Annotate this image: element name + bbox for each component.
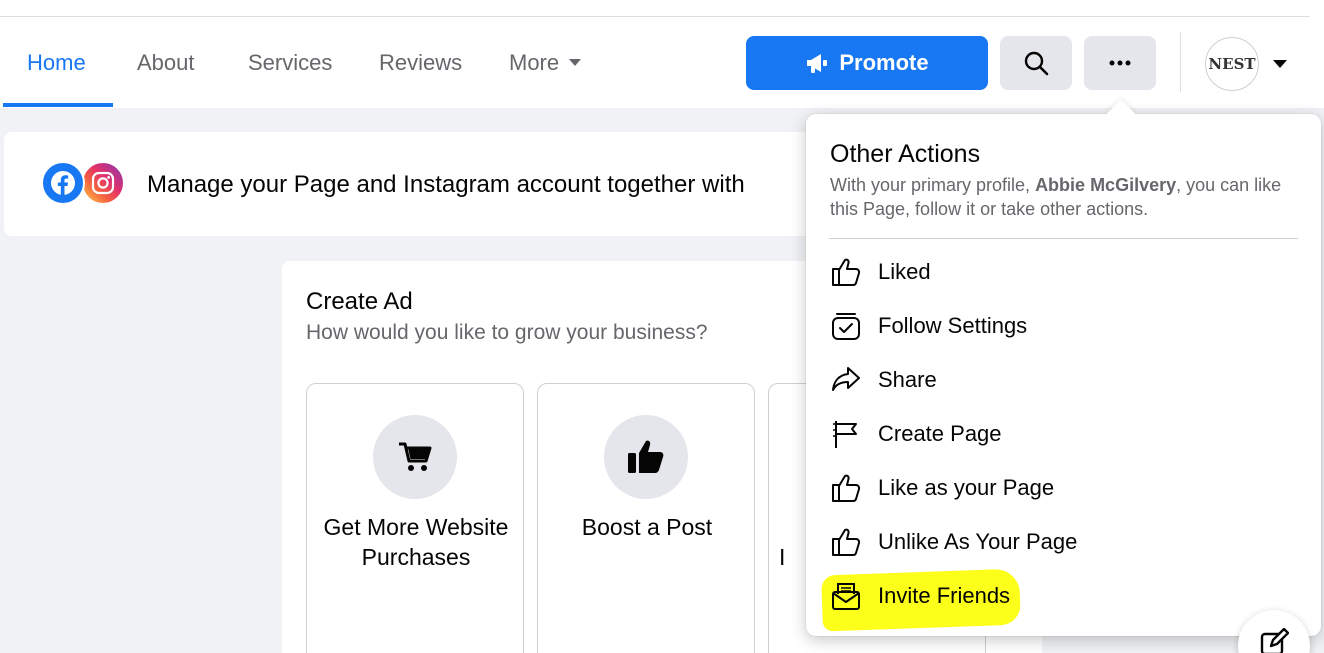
tab-home[interactable]: Home (27, 50, 86, 76)
flag-icon (828, 416, 864, 452)
follow-settings-icon (828, 308, 864, 344)
megaphone-icon (807, 54, 828, 73)
page-header: Home About Services Reviews More Promote… (0, 0, 1324, 108)
promote-button[interactable]: Promote (746, 36, 988, 90)
account-caret-icon[interactable] (1273, 60, 1287, 68)
create-ad-title: Create Ad (306, 288, 413, 315)
menu-item-label: Invite Friends (878, 583, 1011, 608)
promote-label: Promote (839, 50, 929, 75)
active-tab-indicator (3, 103, 113, 107)
menu-item-label: Like as your Page (878, 475, 1055, 500)
menu-item-invite-friends[interactable]: Invite Friends (826, 572, 1296, 620)
envelope-icon (828, 578, 864, 614)
desc-prefix: With your primary profile, (830, 175, 1036, 195)
instagram-icon (81, 161, 125, 205)
menu-item-label: Share (878, 367, 937, 392)
search-button[interactable] (1000, 36, 1072, 90)
search-icon (1024, 51, 1049, 76)
menu-item-like-as-page[interactable]: Like as your Page (826, 464, 1296, 512)
menu-item-create-page[interactable]: Create Page (826, 410, 1296, 458)
menu-item-label: Unlike As Your Page (878, 529, 1078, 554)
menu-description: With your primary profile, Abbie McGilve… (830, 173, 1300, 221)
top-divider (0, 16, 1310, 17)
profile-name: Abbie McGilvery (1035, 175, 1177, 195)
menu-item-label: Follow Settings (878, 313, 1028, 338)
page-avatar[interactable]: NEST (1205, 37, 1259, 91)
tile-label: Get More Website Purchases (323, 514, 509, 570)
tab-services[interactable]: Services (248, 50, 332, 76)
menu-title: Other Actions (830, 140, 981, 168)
ellipsis-icon (1109, 60, 1131, 66)
share-icon (828, 362, 864, 398)
header-divider (1180, 32, 1181, 92)
thumbs-up-icon (604, 415, 688, 499)
menu-item-liked[interactable]: Liked (826, 248, 1296, 296)
tab-more[interactable]: More (509, 50, 582, 76)
ad-goal-tile-boost[interactable]: Boost a Post (537, 383, 755, 653)
menu-item-share[interactable]: Share (826, 356, 1296, 404)
ad-goal-tile-purchases[interactable]: Get More Website Purchases (306, 383, 524, 653)
tab-more-label: More (509, 50, 560, 75)
like-icon (828, 254, 864, 290)
create-ad-subtitle: How would you like to grow your business… (306, 321, 708, 344)
tab-about[interactable]: About (137, 50, 195, 76)
menu-item-label: Create Page (878, 421, 1002, 446)
menu-item-label: Liked (878, 259, 931, 284)
more-actions-button[interactable] (1084, 36, 1156, 90)
like-icon (828, 524, 864, 560)
menu-item-follow-settings[interactable]: Follow Settings (826, 302, 1296, 350)
banner-text: Manage your Page and Instagram account t… (147, 171, 745, 198)
menu-divider (829, 238, 1298, 239)
tab-reviews[interactable]: Reviews (379, 50, 462, 76)
facebook-icon (41, 161, 85, 205)
menu-item-unlike-as-page[interactable]: Unlike As Your Page (826, 518, 1296, 566)
edit-icon (1260, 628, 1289, 653)
caret-down-icon (569, 59, 582, 67)
like-icon (828, 470, 864, 506)
tile-label: Boost a Post (581, 514, 713, 540)
cart-icon (373, 415, 457, 499)
